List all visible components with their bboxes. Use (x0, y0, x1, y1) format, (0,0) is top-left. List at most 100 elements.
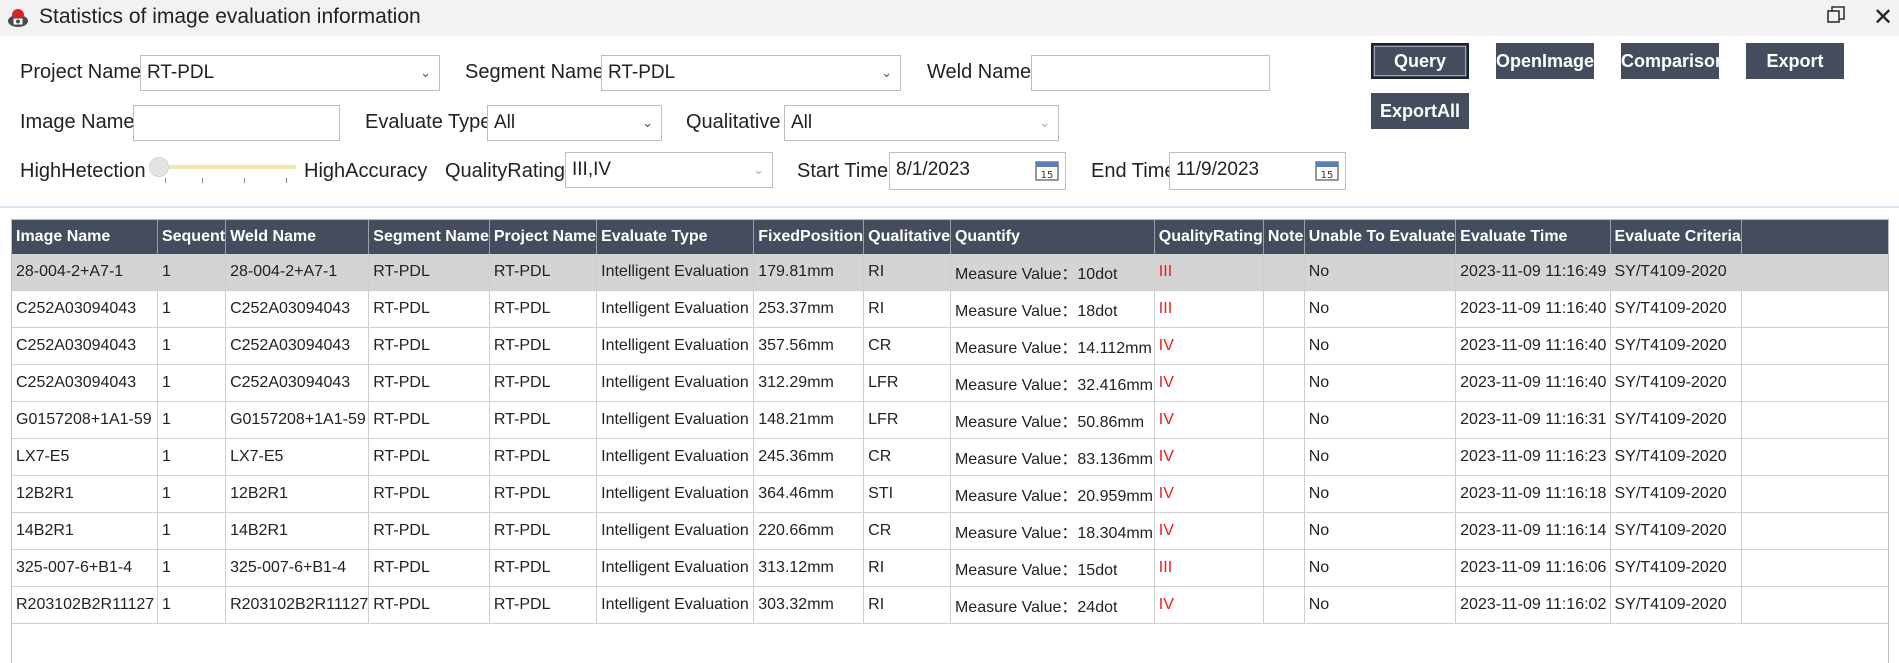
cell-filler (1741, 364, 1888, 402)
cell-evaluate-criteria: SY/T4109-2020 (1610, 586, 1742, 624)
cell-fixed-position: 303.32mm (753, 586, 865, 624)
cell-evaluate-criteria: SY/T4109-2020 (1610, 438, 1742, 476)
cell-image-name: R203102B2R11127 (12, 586, 158, 624)
title-bar: Statistics of image evaluation informati… (0, 0, 1899, 36)
column-header-quantify[interactable]: Quantify (950, 220, 1155, 254)
slider-tick (286, 178, 287, 183)
detection-accuracy-slider[interactable] (151, 165, 296, 169)
cell-image-name: 325-007-6+B1-4 (12, 549, 158, 587)
cell-evaluate-criteria: SY/T4109-2020 (1610, 512, 1742, 550)
cell-segment-name: RT-PDL (368, 586, 490, 624)
open-image-button[interactable]: OpenImage (1496, 43, 1594, 79)
cell-quantify: Measure Value：14.112mm (950, 327, 1155, 365)
quality-rating-select[interactable]: III,IV ⌄ (565, 152, 773, 188)
table-row[interactable]: C252A03094043 1 C252A03094043 RT-PDL RT-PDL I… (12, 364, 1888, 402)
cell-filler (1741, 549, 1888, 587)
cell-image-name: C252A03094043 (12, 364, 158, 402)
table-row[interactable]: C252A03094043 1 C252A03094043 RT-PDL RT-PDL I… (12, 290, 1888, 328)
table-row[interactable]: G0157208+1A1-59 1 G0157208+1A1-59 RT-PDL RT-… (12, 401, 1888, 439)
calendar-icon[interactable]: 15 (1035, 159, 1059, 181)
chevron-down-icon: ⌄ (753, 162, 764, 177)
column-header-segment-name[interactable]: Segment Name (368, 220, 490, 254)
table-row[interactable]: 325-007-6+B1-4 1 325-007-6+B1-4 RT-PDL RT-PD… (12, 549, 1888, 587)
table-body: 28-004-2+A7-1 1 28-004-2+A7-1 RT-PDL RT-PDL I… (12, 254, 1888, 624)
column-header-evaluate-type[interactable]: Evaluate Type (596, 220, 755, 254)
project-name-select[interactable]: RT-PDL ⌄ (140, 55, 440, 91)
cell-qualitative: RI (863, 549, 951, 587)
table-row[interactable]: LX7-E5 1 LX7-E5 RT-PDL RT-PDL Intelligent Eva… (12, 438, 1888, 476)
cell-quantify: Measure Value：18dot (950, 290, 1155, 328)
cell-qualitative: CR (863, 438, 951, 476)
cell-evaluate-criteria: SY/T4109-2020 (1610, 364, 1742, 402)
cell-image-name: 28-004-2+A7-1 (12, 254, 158, 291)
cell-sequent: 1 (157, 254, 227, 291)
cell-note (1263, 475, 1305, 513)
quality-rating-label: QualityRating (445, 160, 566, 182)
cell-qualitative: RI (863, 290, 951, 328)
cell-unable-to-evaluate: No (1304, 364, 1457, 402)
evaluate-type-select[interactable]: All ⌄ (487, 105, 662, 141)
table-row[interactable]: C252A03094043 1 C252A03094043 RT-PDL RT-PDL I… (12, 327, 1888, 365)
column-header-project-name[interactable]: Project Name (489, 220, 598, 254)
column-header-sequent[interactable]: Sequent (157, 220, 227, 254)
end-time-picker[interactable]: 11/9/2023 15 (1169, 152, 1346, 190)
cell-note (1263, 327, 1305, 365)
cell-weld-name: C252A03094043 (225, 327, 370, 365)
column-header-evaluate-time[interactable]: Evaluate Time (1455, 220, 1611, 254)
cell-project-name: RT-PDL (489, 364, 598, 402)
cell-fixed-position: 179.81mm (753, 254, 865, 291)
column-header-image-name[interactable]: Image Name (12, 220, 158, 254)
image-name-input[interactable] (133, 105, 340, 141)
cell-fixed-position: 357.56mm (753, 327, 865, 365)
cell-evaluate-time: 2023-11-09 11:16:23 (1455, 438, 1611, 476)
column-header-fixed-position[interactable]: FixedPosition (753, 220, 865, 254)
restore-window-icon[interactable] (1826, 5, 1846, 25)
segment-name-select[interactable]: RT-PDL ⌄ (601, 55, 901, 91)
export-button[interactable]: Export (1746, 43, 1844, 79)
cell-segment-name: RT-PDL (368, 254, 490, 291)
column-header-evaluate-criteria[interactable]: Evaluate Criteria (1610, 220, 1742, 254)
cell-segment-name: RT-PDL (368, 549, 490, 587)
cell-filler (1741, 475, 1888, 513)
column-header-quality-rating[interactable]: QualityRating (1154, 220, 1264, 254)
cell-fixed-position: 312.29mm (753, 364, 865, 402)
cell-evaluate-type: Intelligent Evaluation (596, 401, 755, 439)
calendar-icon[interactable]: 15 (1315, 159, 1339, 181)
cell-image-name: 12B2R1 (12, 475, 158, 513)
cell-weld-name: G0157208+1A1-59 (225, 401, 370, 439)
results-table: Image Name Sequent Weld Name Segment Name Pr… (12, 220, 1888, 624)
column-header-qualitative[interactable]: Qualitative (863, 220, 951, 254)
evaluate-type-label: Evaluate Type (365, 111, 492, 133)
cell-unable-to-evaluate: No (1304, 401, 1457, 439)
start-time-picker[interactable]: 8/1/2023 15 (889, 152, 1066, 190)
cell-note (1263, 438, 1305, 476)
weld-name-input[interactable] (1031, 55, 1270, 91)
column-header-weld-name[interactable]: Weld Name (225, 220, 370, 254)
query-button[interactable]: Query (1371, 43, 1469, 79)
cell-evaluate-type: Intelligent Evaluation (596, 586, 755, 624)
qualitative-select[interactable]: All ⌄ (784, 105, 1059, 141)
table-row[interactable]: 14B2R1 1 14B2R1 RT-PDL RT-PDL Intelligent Eva… (12, 512, 1888, 550)
cell-evaluate-type: Intelligent Evaluation (596, 290, 755, 328)
cell-quality-rating: III (1154, 254, 1264, 291)
cell-unable-to-evaluate: No (1304, 327, 1457, 365)
close-icon[interactable]: ✕ (1873, 3, 1893, 32)
slider-thumb[interactable] (149, 157, 169, 177)
cell-sequent: 1 (157, 438, 227, 476)
results-grid[interactable]: Image Name Sequent Weld Name Segment Name Pr… (11, 219, 1889, 663)
table-row[interactable]: R203102B2R11127 1 R203102B2R11127 RT-PDL RT-… (12, 586, 1888, 624)
table-row[interactable]: 28-004-2+A7-1 1 28-004-2+A7-1 RT-PDL RT-PDL I… (12, 254, 1888, 291)
cell-quantify: Measure Value：83.136mm (950, 438, 1155, 476)
chevron-down-icon: ⌄ (1039, 115, 1050, 130)
cell-filler (1741, 401, 1888, 439)
column-header-unable-to-evaluate[interactable]: Unable To Evaluate (1304, 220, 1457, 254)
cell-quantify: Measure Value：50.86mm (950, 401, 1155, 439)
export-all-button[interactable]: ExportAll (1371, 93, 1469, 129)
column-header-note[interactable]: Note (1263, 220, 1305, 254)
cell-quantify: Measure Value：32.416mm (950, 364, 1155, 402)
cell-project-name: RT-PDL (489, 327, 598, 365)
table-row[interactable]: 12B2R1 1 12B2R1 RT-PDL RT-PDL Intelligent Eva… (12, 475, 1888, 513)
chevron-down-icon: ⌄ (420, 65, 431, 80)
start-time-label: Start Time (797, 160, 889, 182)
comparison-button[interactable]: Comparison (1621, 43, 1726, 79)
